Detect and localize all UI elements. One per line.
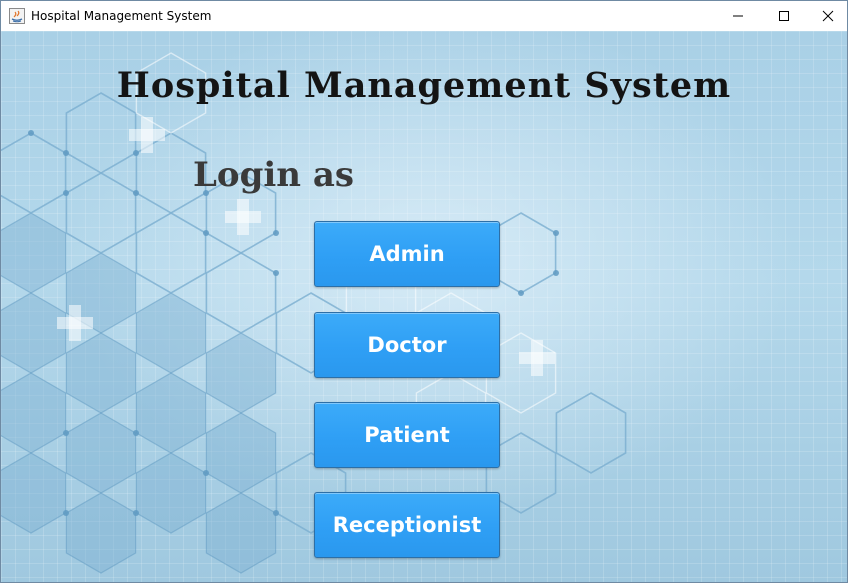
app-window: Hospital Management System Hospital Mana… (0, 0, 848, 583)
doctor-login-button[interactable]: Doctor (314, 312, 500, 378)
java-app-icon (9, 8, 25, 24)
maximize-button[interactable] (761, 1, 807, 31)
close-icon (822, 10, 834, 22)
login-panel: Hospital Management System Login as Admi… (1, 31, 847, 582)
patient-login-button[interactable]: Patient (314, 402, 500, 468)
minimize-icon (733, 15, 743, 17)
page-title: Hospital Management System (116, 65, 732, 106)
admin-login-button[interactable]: Admin (314, 221, 500, 287)
maximize-icon (779, 11, 789, 21)
minimize-button[interactable] (715, 1, 761, 31)
receptionist-login-button[interactable]: Receptionist (314, 492, 500, 558)
title-bar[interactable]: Hospital Management System (1, 1, 847, 31)
window-title: Hospital Management System (31, 9, 212, 23)
close-button[interactable] (805, 1, 847, 31)
login-as-label: Login as (193, 155, 355, 195)
